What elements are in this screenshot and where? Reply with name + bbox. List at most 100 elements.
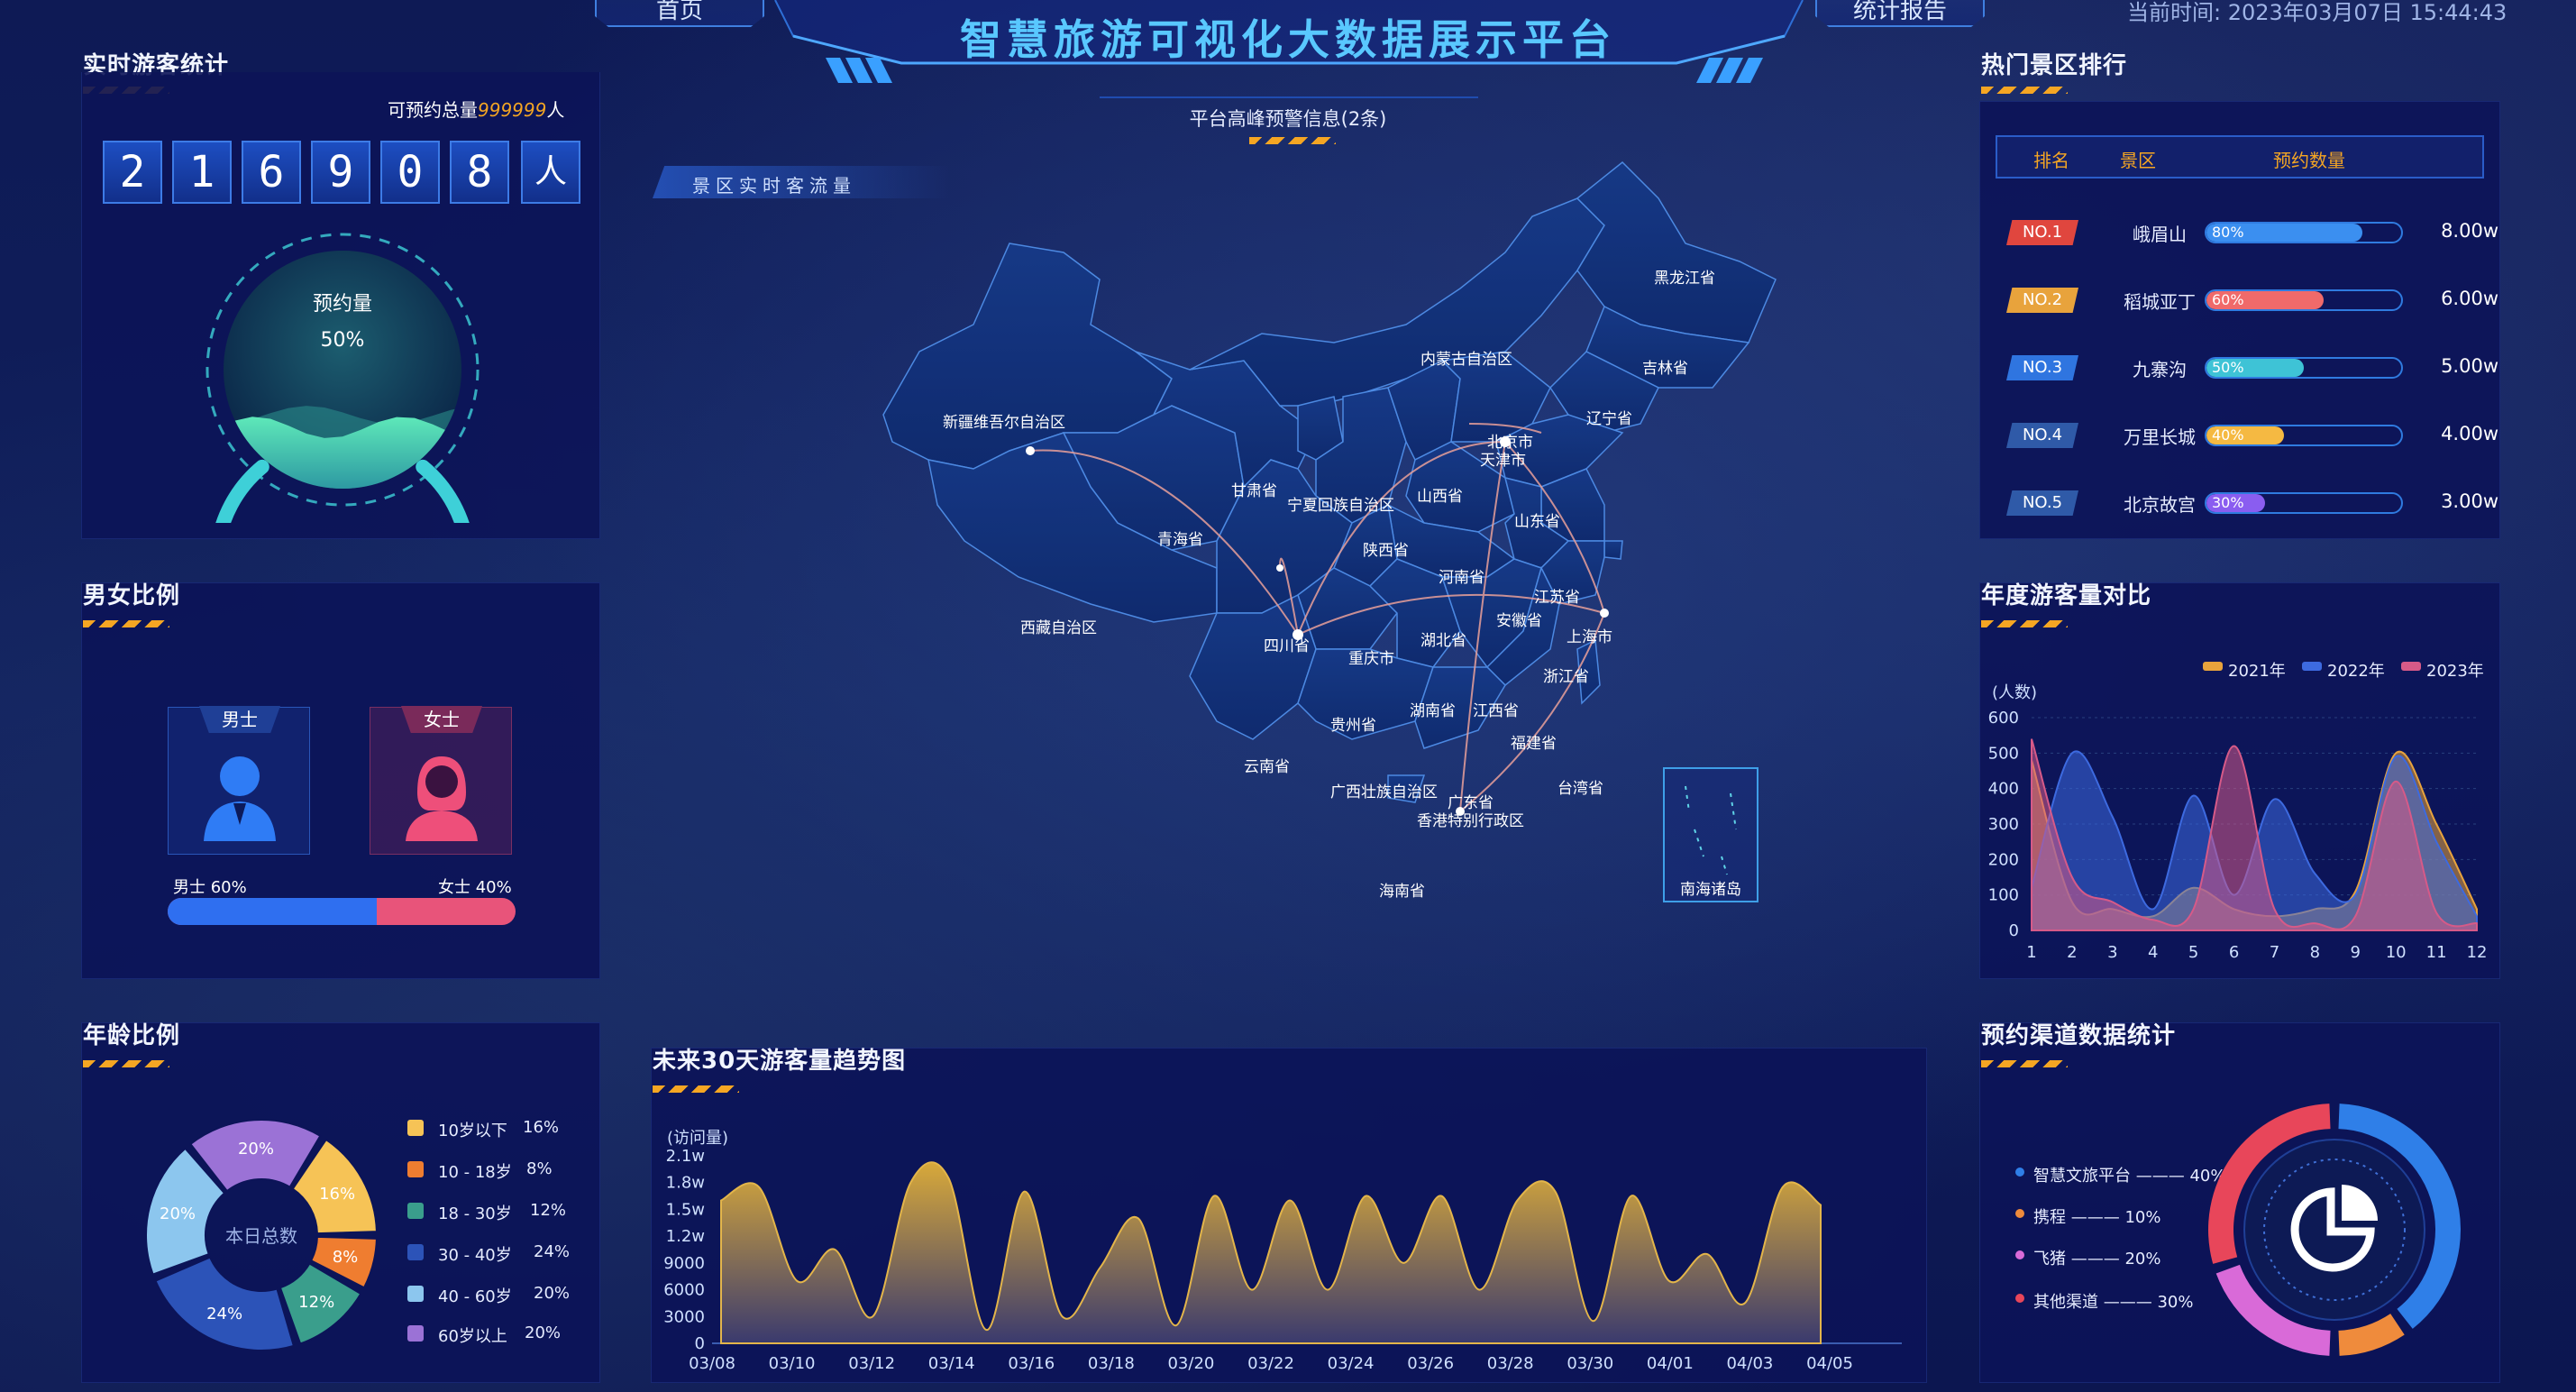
map-label: 香港特别行政区 — [1417, 812, 1524, 830]
rank-progress-bar: 50% — [2205, 357, 2403, 379]
age-legend-value: 16% — [523, 1118, 560, 1137]
rank-value: 6.00w — [2441, 288, 2498, 309]
yearly-y-tick: 200 — [1988, 850, 2019, 869]
age-legend-value: 20% — [525, 1323, 562, 1342]
ranking-header: 排名 景区 预约数量 — [1996, 135, 2484, 179]
trend-y-tick: 3000 — [663, 1307, 705, 1326]
map-label: 辽宁省 — [1586, 410, 1632, 428]
female-icon — [406, 756, 478, 841]
yearly-y-tick: 100 — [1988, 886, 2019, 905]
map-label: 宁夏回族自治区 — [1287, 497, 1394, 515]
alert-stripes — [1249, 137, 1336, 144]
channel-legend-dot — [2015, 1294, 2024, 1303]
ranking-header-name: 景区 — [2120, 150, 2156, 171]
trend-x-tick: 03/22 — [1247, 1354, 1294, 1373]
gender-title: 男女比例 — [83, 582, 181, 609]
counter-digit: 8 — [450, 141, 509, 204]
alert-banner[interactable]: 平台高峰预警信息(2条) — [1108, 105, 1468, 132]
map-label: 山西省 — [1417, 488, 1463, 506]
map-marker[interactable] — [1600, 609, 1609, 618]
rank-site-name: 万里长城 — [2124, 426, 2196, 448]
ranking-row[interactable]: NO.2 稻城亚丁 60% 6.00w — [1997, 282, 2502, 318]
trend-x-tick: 03/16 — [1008, 1354, 1055, 1373]
female-card[interactable]: 女士 — [370, 706, 512, 855]
age-legend-label: 30 - 40岁 — [438, 1246, 512, 1265]
channel-legend-dot — [2015, 1209, 2024, 1218]
map-marker[interactable] — [1026, 446, 1035, 455]
age-legend-label: 40 - 60岁 — [438, 1287, 512, 1306]
yearly-x-tick: 7 — [2270, 943, 2279, 962]
yearly-x-tick: 11 — [2426, 943, 2447, 962]
map-label: 上海市 — [1567, 628, 1612, 646]
map-label: 四川省 — [1264, 637, 1310, 655]
male-card[interactable]: 男士 — [168, 706, 310, 855]
trend-y-tick: 1.2w — [666, 1227, 705, 1246]
trend-title: 未来30天游客量趋势图 — [653, 1048, 907, 1075]
rank-progress-fill: 40% — [2206, 426, 2285, 444]
map-label: 新疆维吾尔自治区 — [943, 414, 1065, 432]
reservable-total: 可预约总量999999人 — [388, 96, 564, 122]
trend-x-tick: 03/10 — [769, 1354, 816, 1373]
ranking-header-count: 预约数量 — [2273, 150, 2345, 171]
yearly-x-tick: 2 — [2067, 943, 2077, 962]
rank-progress-bar: 40% — [2205, 425, 2403, 446]
ranking-row[interactable]: NO.1 峨眉山 80% 8.00w — [1997, 215, 2502, 251]
age-legend-label: 18 - 30岁 — [438, 1204, 512, 1223]
region-shanghai[interactable] — [1603, 540, 1623, 560]
rank-value: 5.00w — [2441, 355, 2498, 377]
ranking-row[interactable]: NO.3 九寨沟 50% 5.00w — [1997, 350, 2502, 386]
channel-ring-chart — [2208, 1104, 2461, 1356]
yearly-y-tick: 500 — [1988, 744, 2019, 763]
male-label: 男士 — [199, 706, 280, 733]
counter-digit: 2 — [103, 141, 162, 204]
map-label: 广西壮族自治区 — [1330, 783, 1438, 801]
channel-legend-dot — [2015, 1168, 2024, 1177]
ranking-row[interactable]: NO.5 北京故宫 30% 3.00w — [1997, 485, 2502, 521]
channels-title: 预约渠道数据统计 — [1981, 1022, 2177, 1049]
map-marker[interactable] — [1276, 564, 1283, 572]
yearly-y-tick: 0 — [2009, 921, 2019, 940]
map-label: 河南省 — [1439, 569, 1484, 587]
yearly-chart: 01002003004005006001 2 3 4 5 6 7 8 9 10 11 12 — [1988, 709, 2488, 962]
channel-ring-segment[interactable] — [2338, 1314, 2405, 1356]
map-label: 陕西省 — [1363, 542, 1409, 560]
yearly-x-tick: 12 — [2467, 943, 2488, 962]
region-yunnan[interactable] — [1189, 593, 1317, 740]
age-legend-swatch — [407, 1244, 424, 1260]
map-label: 湖南省 — [1410, 702, 1456, 720]
trend-title-stripes — [653, 1085, 739, 1093]
current-time-value: 2023年03月07日 15:44:43 — [2227, 0, 2507, 25]
trend-y-tick: 1.8w — [666, 1174, 705, 1193]
gender-title-stripes — [83, 620, 169, 627]
rank-progress-bar: 80% — [2205, 222, 2403, 243]
yearly-x-tick: 1 — [2026, 943, 2036, 962]
age-legend-label: 10岁以下 — [438, 1122, 507, 1140]
yearly-legend-label: 2023年 — [2426, 662, 2484, 681]
channel-legend-label: 携程 ——— 10% — [2033, 1208, 2161, 1227]
trend-area-series — [720, 1161, 1822, 1344]
trend-x-tick: 03/12 — [848, 1354, 895, 1373]
male-stat: 男士 60% — [173, 878, 247, 897]
rank-badge: NO.1 — [2006, 220, 2078, 245]
rank-value: 3.00w — [2441, 490, 2498, 512]
yearly-x-tick: 9 — [2351, 943, 2361, 962]
yearly-y-tick: 600 — [1988, 709, 2019, 728]
yearly-y-tick: 400 — [1988, 780, 2019, 799]
map-label: 贵州省 — [1330, 717, 1376, 735]
channels-title-stripes — [1981, 1060, 2068, 1067]
gauge-percent: 50% — [321, 329, 365, 352]
china-map[interactable]: 黑龙江省 吉林省 辽宁省 内蒙古自治区 新疆维吾尔自治区 甘肃省 宁夏回族自治区… — [793, 144, 1839, 1010]
ranking-row[interactable]: NO.4 万里长城 40% 4.00w — [1997, 417, 2502, 453]
rank-site-name: 稻城亚丁 — [2124, 291, 2196, 313]
age-legend-label: 10 - 18岁 — [438, 1163, 512, 1182]
map-label: 福建省 — [1511, 735, 1557, 753]
channel-legend-label: 智慧文旅平台 ——— 40% — [2033, 1167, 2226, 1186]
trend-y-tick: 9000 — [663, 1254, 705, 1273]
current-time-label: 当前时间: — [2127, 0, 2222, 25]
alert-text: 平台高峰预警信息(2条) — [1189, 108, 1387, 130]
trend-y-tick: 0 — [695, 1334, 705, 1353]
yearly-title: 年度游客量对比 — [1981, 582, 2152, 609]
trend-x-tick: 03/24 — [1328, 1354, 1375, 1373]
map-label: 内蒙古自治区 — [1420, 351, 1512, 369]
counter-digit: 1 — [172, 141, 232, 204]
